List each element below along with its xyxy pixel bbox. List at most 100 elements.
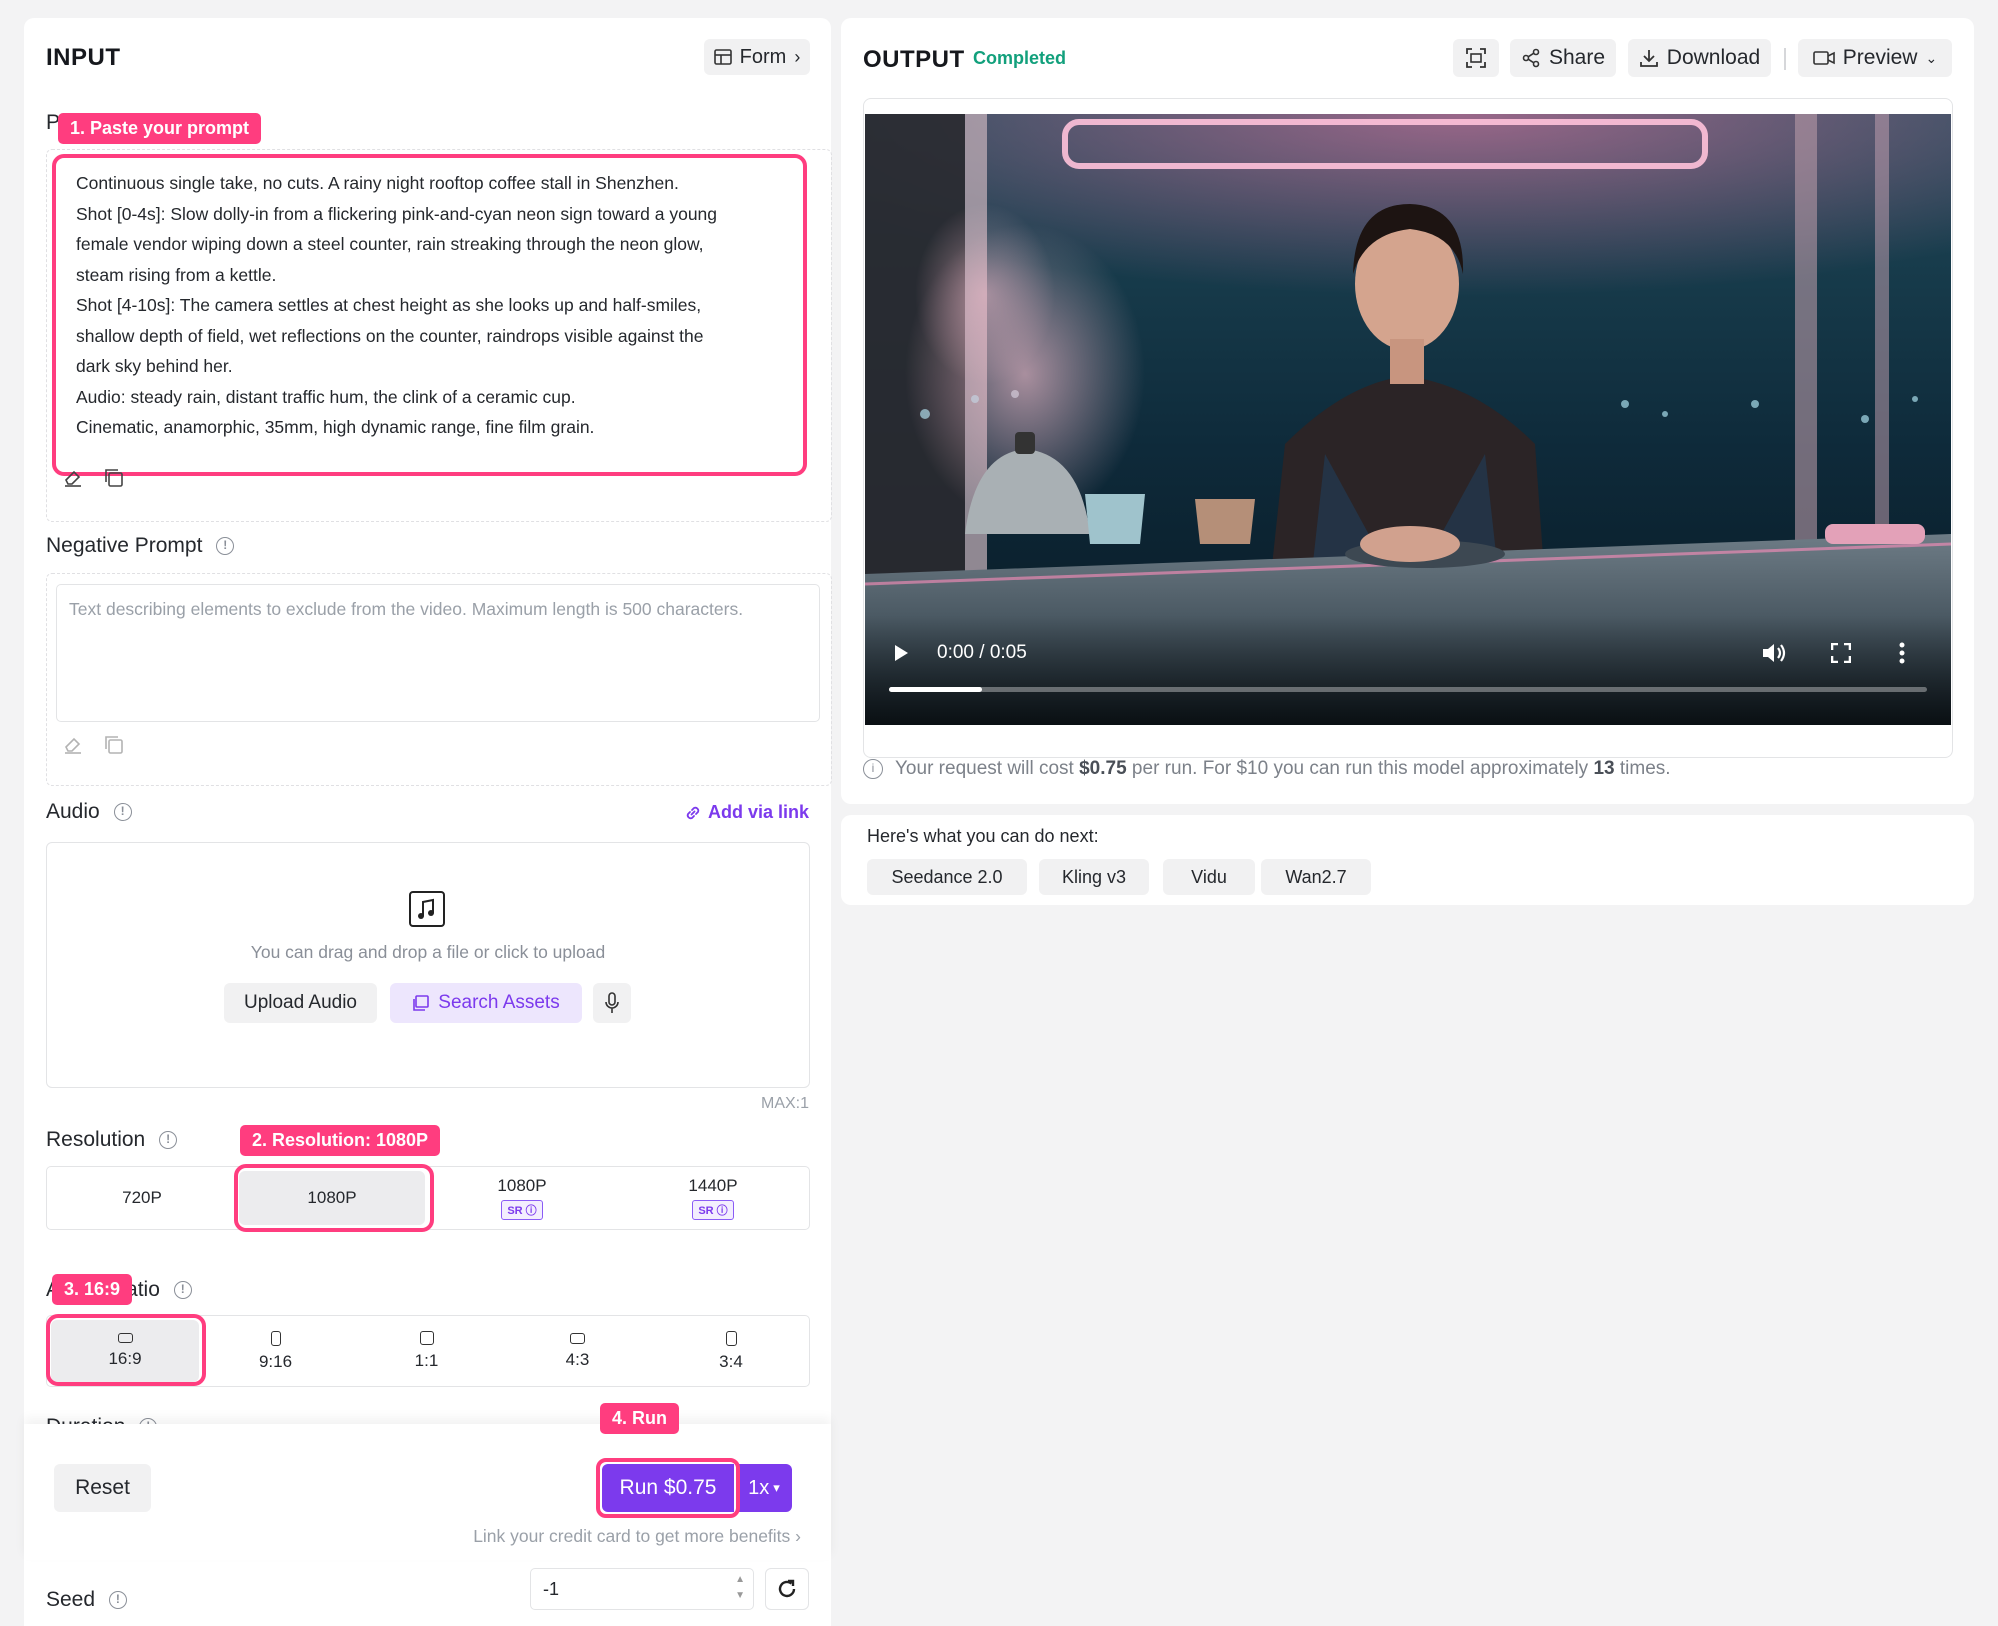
play-icon[interactable]	[893, 644, 909, 667]
annotation-ratio: 3. 16:9	[52, 1274, 133, 1305]
multiplier-dropdown[interactable]: 1x ▾	[736, 1464, 792, 1512]
fullscreen-button[interactable]	[1453, 39, 1499, 77]
volume-icon[interactable]	[1761, 641, 1787, 670]
sr-badge: SR ⓘ	[692, 1200, 734, 1220]
portrait-icon	[725, 1330, 737, 1346]
credit-card-link[interactable]: Link your credit card to get more benefi…	[473, 1526, 801, 1547]
cost-prefix: Your request will cost	[895, 758, 1080, 779]
resolution-highlight	[234, 1164, 434, 1232]
cost-info: i Your request will cost $0.75 per run. …	[863, 758, 1671, 780]
cost-mid: per run. For $10 you can run this model …	[1126, 758, 1594, 779]
next-item-vidu[interactable]: Vidu	[1163, 859, 1255, 895]
info-icon: !	[113, 803, 132, 822]
sr-badge-text: SR	[507, 1205, 523, 1217]
ratio-label: 1:1	[414, 1351, 439, 1370]
action-bar: Reset Run $0.75 1x ▾ Link your credit ca…	[24, 1424, 831, 1560]
resolution-1080p-sr-label: 1080P	[497, 1176, 547, 1195]
more-options-icon[interactable]	[1899, 642, 1905, 669]
video-camera-icon	[1812, 51, 1835, 65]
copy-icon[interactable]	[102, 733, 126, 762]
info-icon: !	[159, 1131, 178, 1150]
expand-icon	[1466, 48, 1486, 68]
resolution-720p[interactable]: 720P	[47, 1167, 237, 1229]
form-label: Form	[739, 45, 787, 68]
video-progress-track[interactable]	[889, 687, 1927, 692]
input-title: INPUT	[46, 44, 121, 71]
share-button[interactable]: Share	[1510, 39, 1616, 77]
audio-label-text: Audio	[46, 800, 100, 823]
ratio-3-4[interactable]: 3:4	[653, 1316, 809, 1386]
resolution-1080p-sr[interactable]: 1080P SR ⓘ	[427, 1167, 617, 1229]
eraser-icon[interactable]	[62, 466, 84, 493]
download-button[interactable]: Download	[1628, 39, 1771, 77]
resolution-720p-label: 720P	[122, 1188, 162, 1207]
info-icon: i	[863, 759, 883, 779]
chevron-down-icon: ▾	[773, 1480, 780, 1495]
square-icon	[419, 1331, 434, 1345]
ratio-label: 9:16	[258, 1351, 293, 1371]
negative-prompt-label-text: Negative Prompt	[46, 534, 203, 557]
portrait-icon	[270, 1330, 281, 1346]
music-note-icon	[408, 890, 446, 933]
chevron-down-icon: ⌄	[1925, 49, 1938, 66]
ratio-1-1[interactable]: 1:1	[351, 1316, 502, 1386]
preview-dropdown[interactable]: Preview ⌄	[1798, 39, 1952, 77]
resolution-1440p-sr[interactable]: 1440P SR ⓘ	[617, 1167, 809, 1229]
video-progress-fill	[889, 687, 983, 692]
form-toggle-button[interactable]: Form ›	[704, 39, 810, 75]
next-steps-panel: Here's what you can do next: Seedance 2.…	[841, 815, 1974, 905]
randomize-seed-button[interactable]	[765, 1568, 809, 1610]
chevron-right-icon: ›	[795, 1526, 801, 1546]
gallery-icon	[413, 995, 430, 1011]
landscape-icon	[570, 1332, 585, 1344]
seed-label-text: Seed	[46, 1588, 96, 1611]
microphone-button[interactable]	[593, 983, 631, 1023]
reset-button[interactable]: Reset	[54, 1464, 151, 1512]
eraser-icon[interactable]	[62, 733, 84, 760]
copy-icon[interactable]	[102, 466, 126, 495]
info-icon: !	[216, 537, 235, 556]
next-steps-title: Here's what you can do next:	[867, 826, 1099, 846]
next-item-seedance[interactable]: Seedance 2.0	[867, 859, 1027, 895]
cost-value: $0.75	[1079, 758, 1127, 779]
download-icon	[1639, 50, 1658, 67]
run-highlight	[596, 1458, 740, 1518]
credit-card-link-text: Link your credit card to get more benefi…	[473, 1526, 791, 1546]
fullscreen-icon[interactable]	[1830, 642, 1852, 668]
video-player[interactable]: 0:00 / 0:05	[865, 114, 1951, 725]
audio-max: MAX:1	[760, 1095, 809, 1112]
download-label: Download	[1666, 46, 1761, 69]
input-panel: INPUT Form › P Continuous single take, n…	[24, 18, 832, 1626]
microphone-icon	[605, 992, 619, 1013]
annotation-run: 4. Run	[600, 1403, 680, 1434]
ratio-9-16[interactable]: 9:16	[200, 1316, 351, 1386]
preview-label: Preview	[1842, 46, 1918, 69]
next-item-kling[interactable]: Kling v3	[1039, 859, 1149, 895]
negative-prompt-label: Negative Prompt !	[46, 534, 235, 558]
add-via-link[interactable]: Add via link	[684, 802, 809, 823]
annotation-paste-prompt: 1. Paste your prompt	[58, 113, 262, 144]
share-icon	[1522, 48, 1540, 68]
stepper-icon[interactable]: ▲ ▼	[735, 1572, 745, 1604]
output-panel: OUTPUT Completed Share Download Preview …	[841, 18, 1974, 804]
negative-prompt-input[interactable]: Text describing elements to exclude from…	[56, 584, 820, 722]
link-icon	[686, 806, 700, 819]
search-assets-button[interactable]: Search Assets	[390, 983, 582, 1023]
ratio-label: 3:4	[719, 1351, 743, 1371]
chevron-right-icon: ›	[794, 46, 801, 67]
search-assets-text: Search Assets	[438, 992, 560, 1013]
resolution-label-text: Resolution	[46, 1128, 146, 1151]
multiplier-label: 1x	[748, 1476, 770, 1499]
next-item-wan[interactable]: Wan2.7	[1261, 859, 1371, 895]
output-title: OUTPUT	[863, 46, 965, 73]
ratio-4-3[interactable]: 4:3	[502, 1316, 653, 1386]
prompt-highlight	[52, 154, 807, 476]
resolution-label: Resolution !	[46, 1128, 178, 1152]
sr-badge: SR ⓘ	[501, 1200, 543, 1220]
toolbar-divider	[1784, 48, 1786, 70]
audio-dropzone[interactable]	[46, 842, 810, 1088]
upload-audio-button[interactable]: Upload Audio	[224, 983, 377, 1023]
info-icon: !	[108, 1591, 127, 1610]
seed-input[interactable]: -1 ▲ ▼	[530, 1568, 754, 1610]
sr-badge-text: SR	[698, 1205, 714, 1217]
